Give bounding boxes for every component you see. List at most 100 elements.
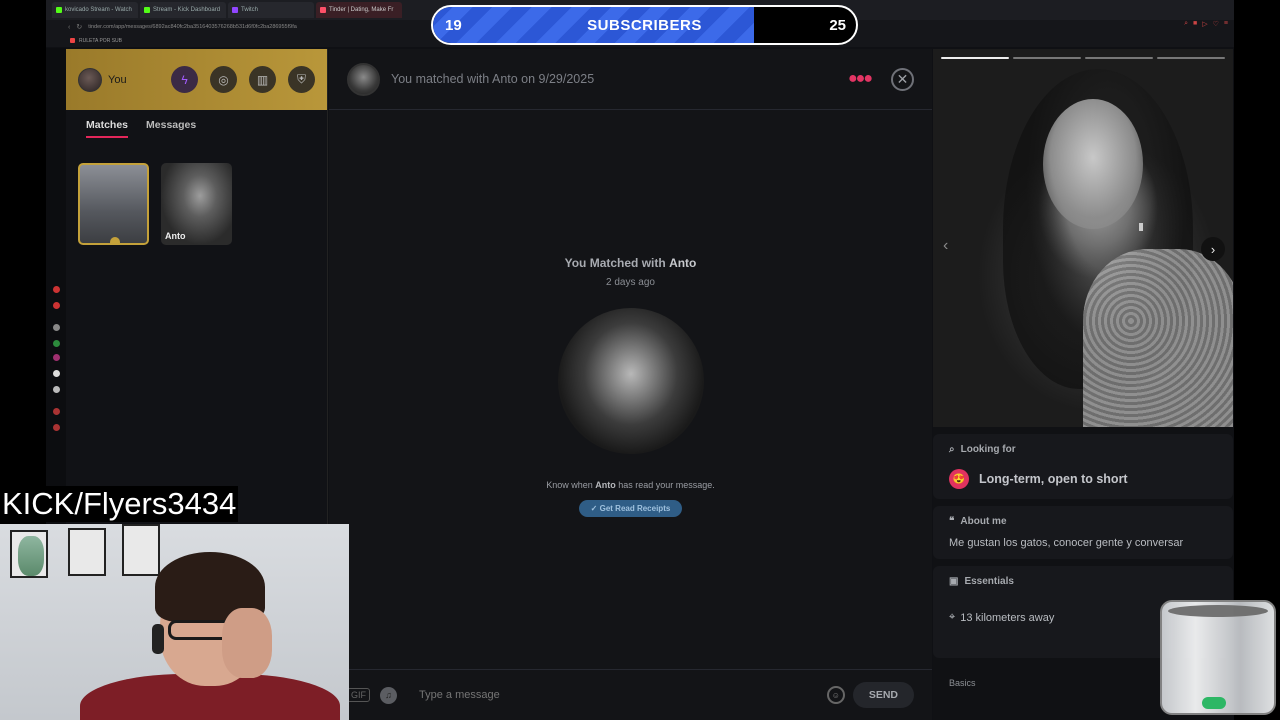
looking-for-row: 😍 Long-term, open to short <box>949 469 1217 489</box>
chatgpt-icon[interactable] <box>53 324 60 331</box>
photo-progress-bar[interactable] <box>1157 57 1225 59</box>
quote-icon: ❝ <box>949 516 955 527</box>
likes-card[interactable] <box>78 163 149 245</box>
looking-for-value: Long-term, open to short <box>979 472 1128 486</box>
heart-icon[interactable]: ♡ <box>1213 20 1219 28</box>
wall-frame-flamingo <box>68 528 106 576</box>
tab-label: kovicado Stream - Watch <box>65 7 132 13</box>
emoji-icon[interactable]: ☺ <box>826 686 845 704</box>
explore-icon[interactable]: ◎ <box>210 66 237 93</box>
safety-shield-icon[interactable]: ⛨ <box>288 66 315 93</box>
twitch-icon <box>232 7 238 13</box>
gif-button[interactable]: GIF <box>347 688 370 702</box>
spotify-icon[interactable]: ♫ <box>380 686 397 704</box>
app-icon[interactable] <box>53 302 60 309</box>
close-icon[interactable]: ✕ <box>891 67 914 91</box>
headphones-icon <box>152 624 164 654</box>
kick-channel-tag: KICK/Flyers3434 <box>0 486 239 522</box>
tab-label: Twitch <box>241 7 259 13</box>
match-list: Anto <box>78 163 232 245</box>
instagram-icon[interactable] <box>53 354 60 361</box>
subscriber-goal: 25 <box>829 17 846 34</box>
match-photo-large[interactable] <box>557 308 704 454</box>
tab-tinder[interactable]: Tinder | Dating, Make Fr <box>316 2 402 18</box>
menu-icon[interactable]: ≡ <box>1224 20 1228 28</box>
next-photo-icon[interactable]: › <box>1201 237 1225 261</box>
tiktok-icon[interactable] <box>53 370 60 377</box>
location-pin-icon: ⌖ <box>949 611 956 623</box>
app-icon[interactable] <box>53 286 60 293</box>
tab-messages[interactable]: Messages <box>146 119 196 138</box>
sidebar-header: You ϟ ◎ ▥ ⛨ <box>66 49 327 110</box>
tab-kick-dashboard[interactable]: Stream - Kick Dashboard <box>140 2 226 18</box>
bookmark-icon <box>70 38 75 43</box>
about-label: About me <box>960 516 1007 527</box>
profile-photo[interactable]: ‹ › <box>933 49 1233 427</box>
zoom-icon[interactable]: ⌕ <box>1184 20 1188 28</box>
match-avatar[interactable] <box>347 62 380 96</box>
tab-label: Stream - Kick Dashboard <box>153 7 221 13</box>
boost-icon[interactable]: ϟ <box>171 66 198 93</box>
match-name: Anto <box>165 231 186 241</box>
reload-icon[interactable]: ↻ <box>76 23 82 31</box>
kick-icon <box>56 7 62 13</box>
tab-matches[interactable]: Matches <box>86 119 129 138</box>
id-card-icon: ▣ <box>949 576 959 587</box>
message-input[interactable] <box>419 689 827 701</box>
url-text[interactable]: tinder.com/app/messages/6892ac840fc2ba35… <box>88 24 297 30</box>
read-note-name: Anto <box>595 480 616 490</box>
browser-toolbar: ⌕ ■ ▷ ♡ ≡ <box>1184 20 1228 28</box>
mouse-cursor-icon <box>1139 223 1143 231</box>
looking-for-label: Looking for <box>960 444 1016 455</box>
read-note-suffix: has read your message. <box>615 480 715 490</box>
back-icon[interactable]: ‹ <box>68 24 70 31</box>
work-icon[interactable]: ▥ <box>249 66 276 93</box>
cactus-icon <box>18 536 44 576</box>
bookmark-ruleta[interactable]: RULETA POR SUB <box>79 38 122 44</box>
send-button[interactable]: SEND <box>852 682 914 708</box>
photo-progress-bar[interactable] <box>1013 57 1081 59</box>
tab-kick-stream[interactable]: kovicado Stream - Watch <box>52 2 138 18</box>
match-card-anto[interactable]: Anto <box>161 163 232 245</box>
prev-photo-icon[interactable]: ‹ <box>943 237 948 255</box>
settings-icon[interactable] <box>53 424 60 431</box>
kick-icon <box>144 7 150 13</box>
check-icon: ✓ <box>590 504 600 513</box>
looking-for-title: ⌕ Looking for <box>949 444 1217 455</box>
photo-lace <box>1083 249 1233 427</box>
whatsapp-icon[interactable] <box>53 340 60 347</box>
read-note-prefix: Know when <box>546 480 596 490</box>
wall-frame-cactus <box>10 530 48 578</box>
read-receipt-note: Know when Anto has read your message. <box>329 480 932 490</box>
webcam-feed <box>0 524 349 720</box>
message-composer: GIF ♫ ☺ SEND <box>329 669 932 720</box>
extension-icon[interactable]: ■ <box>1193 20 1197 28</box>
x-icon[interactable] <box>53 386 60 393</box>
essentials-label: Essentials <box>964 576 1014 587</box>
photo-face <box>1043 99 1143 229</box>
photo-progress-bar[interactable] <box>941 57 1009 59</box>
chat-header: You matched with Anto on 9/29/2025 ●●● ✕ <box>329 49 932 110</box>
matched-header-text: You matched with Anto on 9/29/2025 <box>391 72 595 86</box>
chat-panel: You matched with Anto on 9/29/2025 ●●● ✕… <box>329 49 932 720</box>
about-title: ❝ About me <box>949 516 1217 527</box>
get-read-receipts-button[interactable]: ✓ Get Read Receipts <box>578 500 683 517</box>
app-icon[interactable] <box>53 408 60 415</box>
matched-name: Anto <box>669 256 697 270</box>
more-options-icon[interactable]: ●●● <box>848 70 873 88</box>
cup-item-icon <box>1202 697 1226 709</box>
heart-eyes-icon: 😍 <box>949 469 969 489</box>
user-avatar[interactable] <box>78 67 102 92</box>
photo-progress-bar[interactable] <box>1085 57 1153 59</box>
subscriber-title: SUBSCRIBERS <box>587 17 702 34</box>
wall-frame-dream <box>122 524 160 576</box>
tinder-icon <box>320 7 326 13</box>
matched-time-ago: 2 days ago <box>606 277 655 288</box>
tab-twitch[interactable]: Twitch <box>228 2 314 18</box>
distance-text: 13 kilometers away <box>960 611 1055 624</box>
matched-title: You Matched with Anto <box>329 256 932 270</box>
sub-cup-overlay <box>1160 600 1276 715</box>
streamer-hand <box>222 608 272 678</box>
play-icon[interactable]: ▷ <box>1202 20 1207 28</box>
user-label[interactable]: You <box>108 74 159 86</box>
